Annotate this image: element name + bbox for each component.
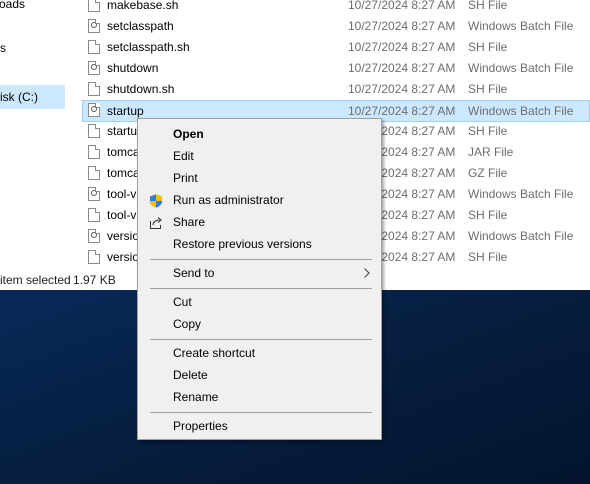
- menu-item-label: Create shortcut: [173, 346, 256, 360]
- batch-file-icon: [88, 187, 100, 201]
- sh-file-icon: [88, 82, 100, 96]
- batch-file-icon: [88, 61, 100, 75]
- jar-file-icon: [88, 145, 100, 159]
- menu-item-label: Properties: [173, 419, 228, 433]
- file-date: 10/27/2024 8:27 AM: [348, 19, 456, 33]
- nav-item-label: isk (C:): [0, 90, 38, 104]
- chevron-right-icon: [363, 262, 371, 291]
- nav-item-documents[interactable]: s: [0, 37, 65, 59]
- file-name: setclasspath.sh: [107, 40, 190, 54]
- menu-item-cut[interactable]: Cut: [140, 291, 379, 313]
- file-name: makebase.sh: [107, 0, 179, 12]
- menu-item-restore-previous-versions[interactable]: Restore previous versions: [140, 233, 379, 255]
- file-date: 10/27/2024 8:27 AM: [348, 40, 456, 54]
- menu-item-label: Copy: [173, 317, 202, 331]
- nav-item-label: s: [0, 41, 6, 55]
- menu-item-label: Cut: [173, 295, 192, 309]
- file-name: tomca: [107, 166, 140, 180]
- selection-size: 1.97 KB: [73, 273, 116, 287]
- menu-item-create-shortcut[interactable]: Create shortcut: [140, 342, 379, 364]
- uac-shield-icon: [149, 193, 163, 208]
- batch-file-icon: [88, 19, 100, 33]
- file-name: shutdown.sh: [107, 82, 175, 96]
- menu-item-edit[interactable]: Edit: [140, 145, 379, 167]
- file-name: startu: [107, 124, 138, 138]
- menu-item-label: Edit: [173, 149, 194, 163]
- menu-separator: [150, 259, 372, 260]
- file-type: SH File: [468, 0, 508, 12]
- nav-item-label: oads: [0, 0, 26, 11]
- file-name: tool-v: [107, 187, 137, 201]
- menu-separator: [150, 288, 372, 289]
- selection-count: item selected: [0, 273, 71, 287]
- menu-item-rename[interactable]: Rename: [140, 386, 379, 408]
- navigation-pane: oads s isk (C:): [0, 0, 68, 270]
- file-name: shutdown: [107, 61, 159, 75]
- file-name: versio: [107, 229, 140, 243]
- file-date: 10/27/2024 8:27 AM: [348, 82, 456, 96]
- file-type: Windows Batch File: [468, 61, 574, 75]
- menu-item-label: Run as administrator: [173, 193, 284, 207]
- file-type: Windows Batch File: [468, 104, 574, 118]
- nav-item-downloads[interactable]: oads: [0, 0, 65, 15]
- nav-item-local-disk[interactable]: isk (C:): [0, 85, 65, 109]
- menu-item-send-to[interactable]: Send to: [140, 262, 379, 284]
- sh-file-icon: [88, 124, 100, 138]
- file-name: versio: [107, 250, 140, 264]
- menu-item-label: Print: [173, 171, 198, 185]
- file-name: tomca: [107, 145, 140, 159]
- file-name: setclasspath: [107, 19, 174, 33]
- sh-file-icon: [88, 250, 100, 264]
- menu-separator: [150, 339, 372, 340]
- file-row-shutdown[interactable]: shutdown 10/27/2024 8:27 AM Windows Batc…: [82, 58, 590, 79]
- file-type: SH File: [468, 82, 508, 96]
- menu-item-copy[interactable]: Copy: [140, 313, 379, 335]
- menu-item-label: Delete: [173, 368, 208, 382]
- file-type: GZ File: [468, 166, 508, 180]
- menu-item-share[interactable]: Share: [140, 211, 379, 233]
- file-type: SH File: [468, 208, 508, 222]
- gz-file-icon: [88, 166, 100, 180]
- file-type: JAR File: [468, 145, 514, 159]
- file-type: Windows Batch File: [468, 229, 574, 243]
- file-type: SH File: [468, 40, 508, 54]
- file-row-setclasspath[interactable]: setclasspath 10/27/2024 8:27 AM Windows …: [82, 16, 590, 37]
- batch-file-icon: [88, 229, 100, 243]
- menu-item-label: Share: [173, 215, 206, 229]
- sh-file-icon: [88, 0, 100, 12]
- file-name: tool-v: [107, 208, 137, 222]
- sh-file-icon: [88, 40, 100, 54]
- menu-item-properties[interactable]: Properties: [140, 415, 379, 437]
- file-type: SH File: [468, 250, 508, 264]
- file-type: Windows Batch File: [468, 187, 574, 201]
- batch-file-icon: [88, 103, 100, 117]
- sh-file-icon: [88, 208, 100, 222]
- menu-item-label: Send to: [173, 266, 215, 280]
- context-menu: Open Edit Print Run as administrator Sha: [137, 118, 382, 440]
- file-type: SH File: [468, 124, 508, 138]
- file-row-shutdown-sh[interactable]: shutdown.sh 10/27/2024 8:27 AM SH File: [82, 79, 590, 100]
- file-type: Windows Batch File: [468, 19, 574, 33]
- menu-item-run-as-administrator[interactable]: Run as administrator: [140, 189, 379, 211]
- file-date: 10/27/2024 8:27 AM: [348, 61, 456, 75]
- menu-item-label: Open: [173, 127, 204, 141]
- menu-item-label: Restore previous versions: [173, 237, 312, 251]
- file-date: 10/27/2024 8:27 AM: [348, 0, 456, 12]
- menu-item-print[interactable]: Print: [140, 167, 379, 189]
- menu-item-open[interactable]: Open: [140, 123, 379, 145]
- share-icon: [149, 215, 163, 229]
- menu-item-label: Rename: [173, 390, 219, 404]
- file-row-makebase-sh[interactable]: makebase.sh 10/27/2024 8:27 AM SH File: [82, 0, 590, 16]
- file-row-setclasspath-sh[interactable]: setclasspath.sh 10/27/2024 8:27 AM SH Fi…: [82, 37, 590, 58]
- menu-separator: [150, 412, 372, 413]
- menu-item-delete[interactable]: Delete: [140, 364, 379, 386]
